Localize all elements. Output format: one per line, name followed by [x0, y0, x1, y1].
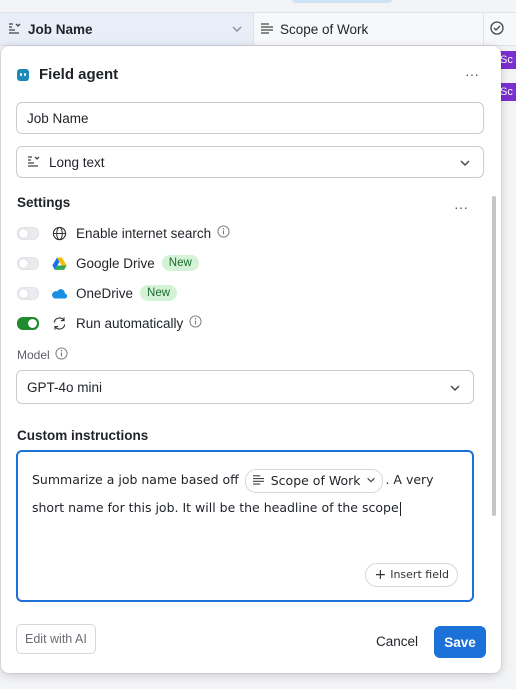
globe-icon [51, 225, 67, 241]
column-header-partial[interactable] [484, 13, 516, 45]
more-options-icon[interactable]: ··· [465, 67, 479, 81]
save-button[interactable]: Save [434, 626, 486, 658]
setting-label: Run automatically [76, 315, 184, 331]
status-icon [490, 20, 504, 38]
column-header-scope-of-work[interactable]: Scope of Work [254, 13, 484, 45]
new-badge: New [140, 285, 178, 301]
long-text-icon [252, 470, 265, 492]
instructions-text: Summarize a job name based off [32, 472, 239, 487]
chevron-down-icon [459, 157, 471, 172]
setting-google-drive: Google Drive New [17, 253, 199, 273]
field-reference-chip[interactable]: Scope of Work [244, 468, 384, 493]
long-text-icon [260, 21, 274, 37]
onedrive-icon [51, 285, 67, 301]
model-value: GPT-4o mini [27, 379, 103, 395]
model-label: Model [17, 347, 68, 363]
panel-header: Field agent [17, 66, 118, 83]
chevron-down-icon[interactable] [231, 22, 243, 38]
setting-run-automatically: Run automatically [17, 313, 202, 333]
setting-label: OneDrive [76, 285, 134, 301]
refresh-icon [51, 315, 67, 331]
google-drive-toggle[interactable] [17, 256, 39, 270]
info-icon[interactable] [189, 315, 202, 331]
agent-icon [17, 68, 29, 81]
info-icon[interactable] [217, 225, 230, 241]
run-automatically-toggle[interactable] [17, 316, 39, 330]
model-label-text: Model [17, 348, 50, 362]
column-header-job-name[interactable]: Job Name [0, 13, 254, 45]
text-caret [399, 501, 401, 516]
custom-instructions-title: Custom instructions [17, 428, 149, 443]
onedrive-toggle[interactable] [17, 286, 39, 300]
settings-more-icon[interactable]: ··· [454, 200, 468, 214]
insert-field-label: Insert field [390, 568, 449, 581]
top-accent-bar [292, 0, 392, 3]
column-name: Scope of Work [280, 21, 369, 37]
setting-onedrive: OneDrive New [17, 283, 178, 303]
scrollbar[interactable] [492, 196, 496, 516]
panel-title: Field agent [39, 66, 119, 83]
column-name: Job Name [28, 21, 93, 37]
field-type-select[interactable]: Long text [16, 146, 484, 178]
model-select[interactable]: GPT-4o mini [16, 370, 474, 404]
internet-search-toggle[interactable] [17, 226, 39, 240]
long-text-icon [8, 21, 22, 37]
chip-label: Scope of Work [270, 472, 361, 488]
edit-with-ai-button[interactable]: Edit with AI [16, 624, 96, 654]
grid-header: Job Name Scope of Work [0, 12, 516, 46]
field-name-value: Job Name [27, 110, 89, 126]
custom-instructions-editor[interactable]: Summarize a job name based off Scope of … [16, 450, 474, 602]
setting-internet-search: Enable internet search [17, 223, 230, 243]
setting-label: Enable internet search [76, 225, 212, 241]
long-text-icon [27, 155, 41, 170]
chevron-down-icon [366, 470, 376, 492]
chevron-down-icon [449, 382, 461, 397]
cancel-button[interactable]: Cancel [376, 634, 418, 649]
info-icon[interactable] [55, 347, 68, 363]
edit-with-ai-label: Edit with AI [25, 632, 87, 646]
field-name-input[interactable]: Job Name [16, 102, 484, 134]
field-type-label: Long text [49, 154, 105, 170]
new-badge: New [161, 255, 199, 271]
settings-title: Settings [17, 195, 71, 210]
plus-icon: + [374, 567, 387, 583]
setting-label: Google Drive [76, 255, 155, 271]
insert-field-button[interactable]: + Insert field [365, 563, 458, 587]
field-agent-panel: Field agent ··· Job Name Long text Setti… [1, 46, 501, 673]
google-drive-icon [51, 255, 67, 271]
